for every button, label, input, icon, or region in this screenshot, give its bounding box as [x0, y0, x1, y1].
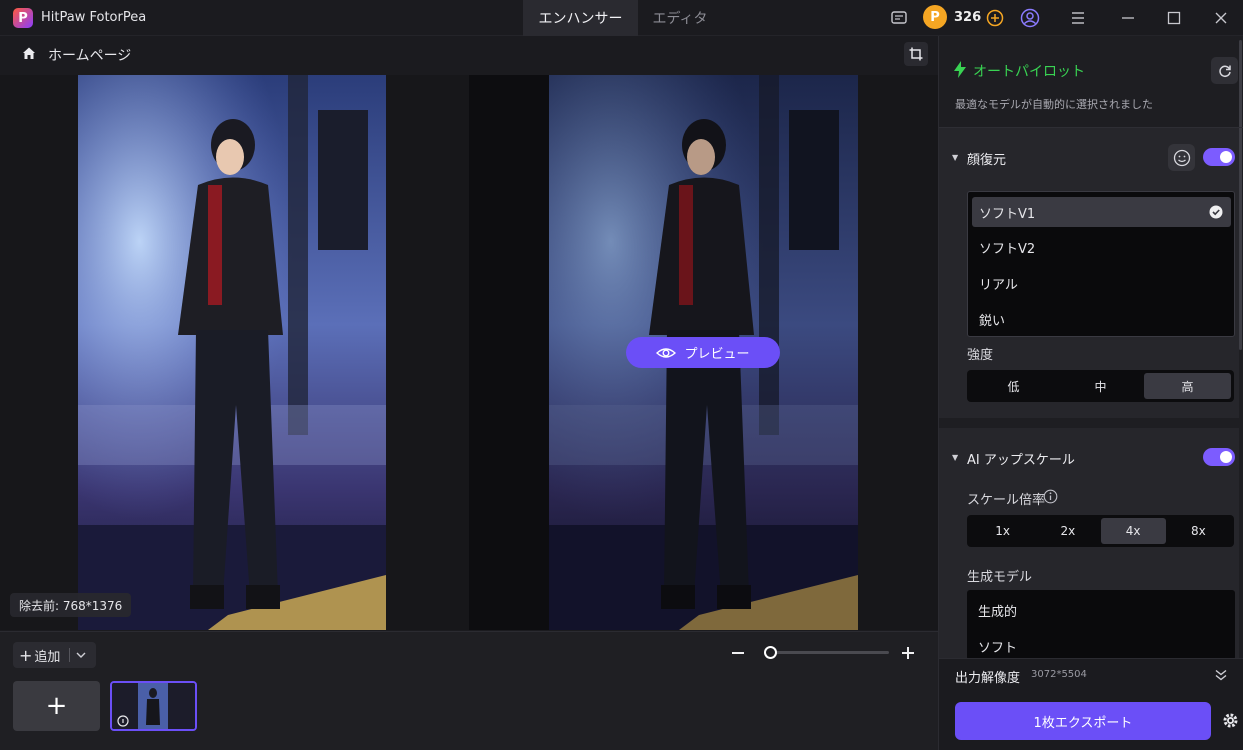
autopilot-label: オートパイロット: [973, 64, 1085, 80]
double-chevron-down-icon[interactable]: [1215, 669, 1227, 681]
panel-scrollbar[interactable]: [1239, 40, 1242, 350]
info-icon[interactable]: [1043, 489, 1058, 504]
message-icon[interactable]: [889, 8, 909, 28]
add-button[interactable]: + 追加: [13, 642, 96, 668]
zoom-out-icon[interactable]: [730, 645, 746, 661]
autopilot-description: 最適なモデルが自動的に選択されました: [955, 98, 1153, 111]
coin-count: 326: [954, 10, 982, 25]
original-image: [78, 75, 386, 630]
face-model-option[interactable]: 鋭い: [972, 304, 1231, 334]
face-model-option[interactable]: ソフトV2: [972, 232, 1231, 262]
refresh-icon: [1218, 65, 1231, 77]
strength-medium[interactable]: 中: [1057, 373, 1144, 399]
face-model-option[interactable]: リアル: [972, 268, 1231, 298]
coin-icon: P: [923, 5, 947, 29]
scale-label: スケール倍率: [967, 493, 1046, 508]
close-icon[interactable]: [1211, 8, 1231, 28]
scale-8x[interactable]: 8x: [1166, 518, 1231, 544]
crop-button[interactable]: [904, 42, 928, 66]
plus-icon: +: [19, 645, 33, 665]
strength-low[interactable]: 低: [970, 373, 1057, 399]
caret-down-icon[interactable]: ▼: [952, 153, 958, 162]
scale-4x[interactable]: 4x: [1100, 518, 1166, 544]
zoom-slider-handle[interactable]: [763, 646, 777, 659]
caret-down-icon[interactable]: ▼: [952, 453, 958, 462]
lightning-icon: [953, 61, 967, 78]
upscale-title: AI アップスケール: [967, 453, 1075, 468]
image-thumbnail[interactable]: [110, 681, 197, 731]
strength-high[interactable]: 高: [1144, 373, 1231, 399]
face-icon[interactable]: [1168, 144, 1195, 171]
add-image-tile[interactable]: +: [13, 681, 100, 731]
model-option[interactable]: 生成的: [971, 595, 1230, 625]
minimize-icon[interactable]: [1118, 8, 1138, 28]
original-size-badge: 除去前: 768*1376: [10, 593, 132, 617]
scale-selector: 1x 2x 4x 8x: [967, 515, 1234, 547]
tab-enhancer[interactable]: エンハンサー: [523, 0, 638, 36]
preview-button[interactable]: プレビュー: [626, 337, 780, 368]
eye-icon: [656, 346, 677, 360]
strength-selector: 低 中 高: [967, 370, 1234, 402]
add-separator: [69, 648, 71, 662]
face-model-list: ソフトV1 ソフトV2 リアル 鋭い: [967, 191, 1235, 337]
app-title: HitPaw FotorPea: [41, 10, 147, 25]
app-logo: P: [13, 8, 33, 28]
add-coin-icon[interactable]: [985, 8, 1005, 28]
face-restore-title: 顔復元: [967, 153, 1007, 168]
upscale-toggle[interactable]: [1203, 448, 1235, 466]
output-resolution-label: 出力解像度: [955, 671, 1021, 686]
chevron-down-icon[interactable]: [76, 652, 86, 658]
scale-1x[interactable]: 1x: [970, 518, 1035, 544]
tab-editor[interactable]: エディタ: [640, 0, 720, 36]
output-resolution-value: 3072*5504: [1031, 669, 1087, 680]
home-icon[interactable]: [21, 45, 37, 61]
preview-label: プレビュー: [684, 347, 750, 362]
add-label: 追加: [34, 649, 61, 665]
user-icon[interactable]: [1020, 8, 1040, 28]
home-link[interactable]: ホームページ: [48, 45, 131, 65]
maximize-icon[interactable]: [1164, 8, 1184, 28]
face-model-option[interactable]: ソフトV1: [972, 197, 1231, 227]
model-option[interactable]: ソフト: [971, 631, 1230, 660]
face-restore-toggle[interactable]: [1203, 148, 1235, 166]
menu-icon[interactable]: [1068, 8, 1088, 28]
crop-icon: [909, 47, 923, 61]
zoom-slider-track[interactable]: [764, 651, 889, 654]
model-label: 生成モデル: [967, 570, 1033, 585]
check-icon: [1209, 205, 1223, 219]
export-button[interactable]: 1枚エクスポート: [955, 702, 1211, 740]
strength-label: 強度: [967, 348, 994, 363]
generative-model-list: 生成的 ソフト: [967, 590, 1235, 660]
settings-gear-icon[interactable]: [1222, 712, 1239, 729]
refresh-button[interactable]: [1211, 57, 1238, 84]
zoom-in-icon[interactable]: [900, 645, 916, 661]
scale-2x[interactable]: 2x: [1035, 518, 1100, 544]
